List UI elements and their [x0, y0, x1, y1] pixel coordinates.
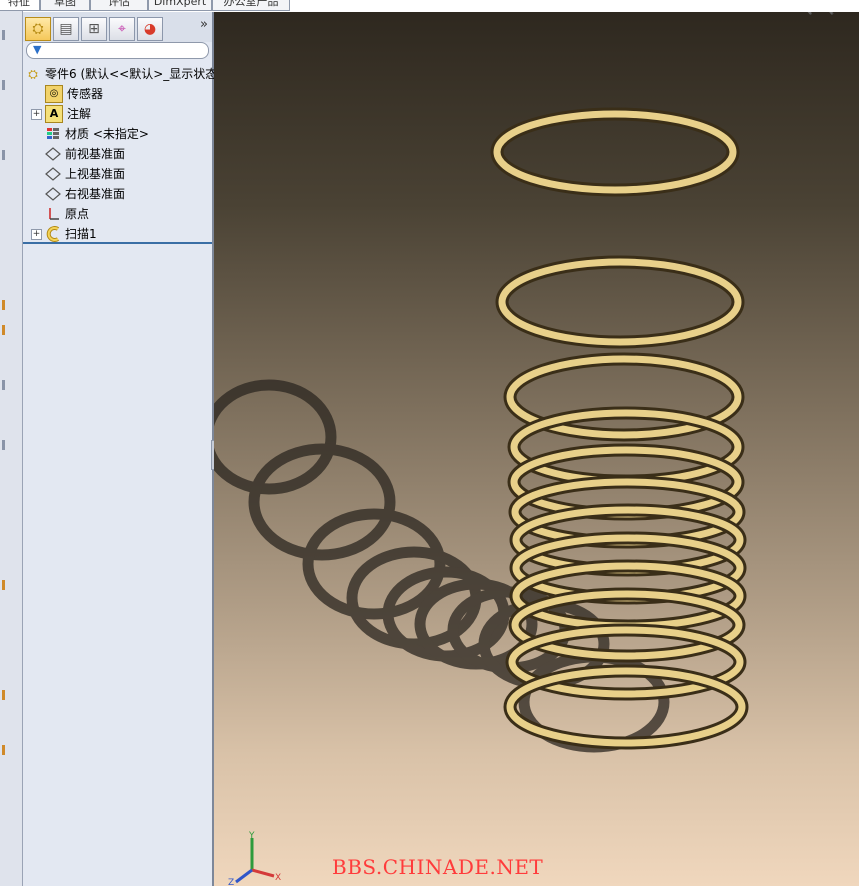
tree-item-part[interactable]: ⛭ 零件6 (默认<<默认>_显示状态	[25, 64, 217, 84]
plane-icon	[45, 186, 61, 202]
tree-item-label: 零件6 (默认<<默认>_显示状态	[45, 67, 218, 81]
feature-tree-tab-button[interactable]: ⛭	[25, 17, 51, 41]
tree-item-material[interactable]: 材质 <未指定>	[45, 124, 149, 144]
expand-toggle[interactable]: +	[31, 228, 42, 240]
plane-icon	[45, 146, 61, 162]
strip-marker	[2, 150, 5, 160]
coil-turn	[506, 667, 746, 747]
graphics-area[interactable]: 🔍 🔍 ✎ Y X Z BBS.C	[214, 12, 859, 886]
display-manager-icon: ◕	[143, 21, 157, 37]
strip-marker	[2, 325, 5, 335]
tree-item-sensors[interactable]: ◎ 传感器	[45, 84, 103, 104]
strip-marker	[2, 440, 5, 450]
tree-item-sweep[interactable]: + 扫描1	[31, 224, 97, 244]
view-orientation-triad: Y X Z	[228, 831, 281, 886]
dimxpert-manager-tab-button[interactable]: ⌖	[109, 17, 135, 41]
strip-marker	[2, 745, 5, 755]
tree-filter-input[interactable]: ▼	[26, 42, 209, 59]
tree-item-top-plane[interactable]: 上视基准面	[45, 164, 125, 184]
panel-toolbar: ⛭ ▤ ⊞ ⌖ ◕ »	[23, 12, 212, 42]
spring-coils	[490, 107, 749, 750]
coil-turn	[493, 110, 737, 194]
tab-sketch[interactable]: 草图	[40, 0, 90, 10]
expand-toggle[interactable]: +	[31, 108, 42, 120]
annotation-icon: A	[45, 105, 63, 123]
sensor-icon: ◎	[45, 85, 63, 103]
property-manager-tab-button[interactable]: ▤	[53, 17, 79, 41]
material-icon	[45, 126, 61, 142]
strip-marker	[2, 580, 5, 590]
watermark: BBS.CHINADE.NET	[332, 855, 544, 879]
strip-marker	[2, 80, 5, 90]
feature-manager-panel: ⛭ ▤ ⊞ ⌖ ◕ » ▼ ⛭ 零件6 (默认<<默认>_显示状态 ◎ 传感器 …	[23, 12, 217, 886]
strip-marker	[2, 690, 5, 700]
tree-item-label: 右视基准面	[65, 187, 126, 201]
strip-marker	[2, 30, 5, 40]
tree-item-right-plane[interactable]: 右视基准面	[45, 184, 125, 204]
tree-item-label: 扫描1	[65, 227, 97, 241]
triad-x-label: X	[275, 873, 281, 883]
feature-tree-icon: ⛭	[32, 21, 44, 37]
part-icon: ⛭	[28, 67, 38, 81]
tree-item-annotations[interactable]: + A 注解	[31, 104, 91, 124]
tab-office-products[interactable]: 办公室产品	[212, 0, 290, 10]
command-strip	[0, 0, 23, 886]
display-manager-tab-button[interactable]: ◕	[137, 17, 163, 41]
tree-item-label: 材质 <未指定>	[65, 127, 149, 141]
configuration-manager-tab-button[interactable]: ⊞	[81, 17, 107, 41]
command-manager-tabs: 特征 草图 评估 DimXpert 办公室产品	[0, 0, 290, 11]
tree-item-label: 传感器	[67, 87, 104, 101]
strip-marker	[2, 300, 5, 310]
tab-dimxpert[interactable]: DimXpert	[148, 0, 212, 10]
property-manager-icon: ▤	[59, 21, 73, 37]
coil-turn	[498, 258, 742, 346]
expand-panel-button[interactable]: »	[200, 17, 208, 32]
plane-icon	[45, 166, 61, 182]
rollback-bar[interactable]	[23, 242, 212, 244]
triad-y-label: Y	[248, 831, 255, 841]
sweep-icon	[45, 226, 61, 242]
strip-marker	[2, 380, 5, 390]
origin-icon	[45, 206, 61, 222]
triad-z-label: Z	[228, 878, 234, 886]
dimxpert-icon: ⌖	[118, 21, 126, 37]
tree-item-origin[interactable]: 原点	[45, 204, 89, 224]
configuration-icon: ⊞	[88, 21, 100, 37]
tree-item-label: 注解	[67, 107, 92, 121]
tree-item-label: 上视基准面	[65, 167, 126, 181]
tree-item-label: 前视基准面	[65, 147, 126, 161]
tree-item-label: 原点	[65, 207, 90, 221]
tab-evaluate[interactable]: 评估	[90, 0, 148, 10]
tree-item-front-plane[interactable]: 前视基准面	[45, 144, 125, 164]
spring-model[interactable]	[214, 12, 859, 886]
filter-icon: ▼	[33, 43, 42, 56]
tab-features[interactable]: 特征	[0, 0, 40, 10]
